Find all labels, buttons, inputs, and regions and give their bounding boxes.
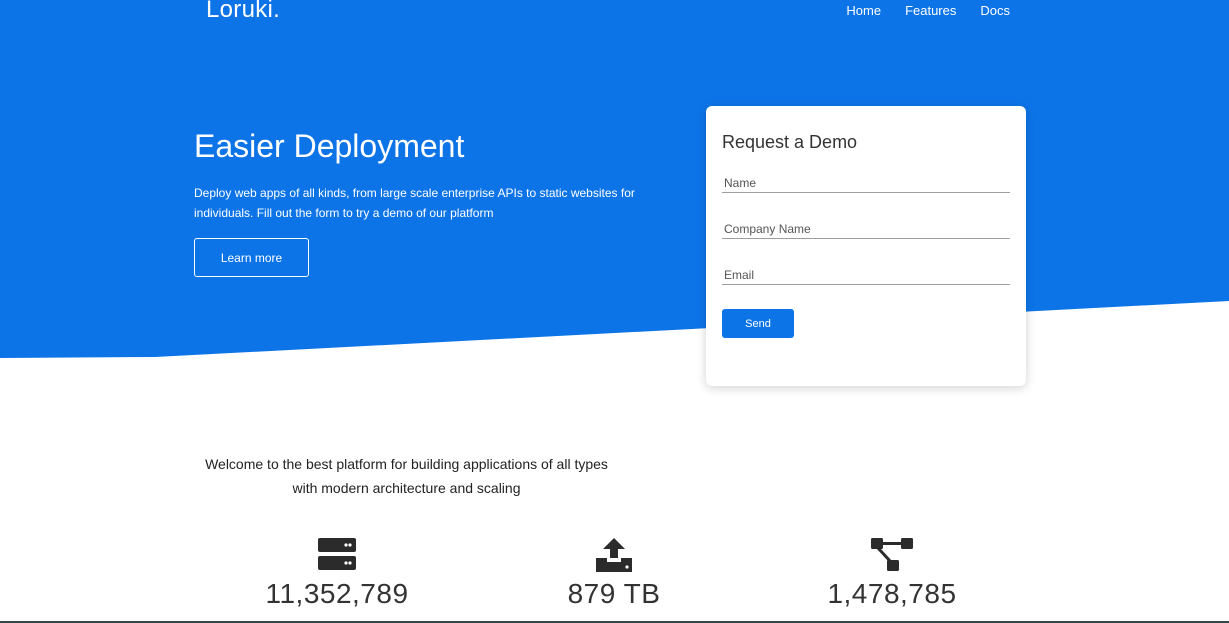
learn-more-button[interactable]: Learn more	[194, 238, 309, 277]
hero-background	[0, 0, 1229, 358]
welcome-text: Welcome to the best platform for buildin…	[205, 456, 608, 496]
hero-description: Deploy web apps of all kinds, from large…	[194, 186, 635, 220]
send-button[interactable]: Send	[722, 309, 794, 338]
stat-network-value: 1,478,785	[827, 578, 957, 609]
name-input[interactable]	[722, 169, 1010, 193]
email-input[interactable]	[722, 261, 1010, 285]
upload-icon	[596, 538, 632, 572]
brand-logo[interactable]: Loruki.	[206, 0, 280, 24]
company-name-input[interactable]	[722, 215, 1010, 239]
nav-home-link[interactable]: Home	[846, 3, 881, 18]
request-demo-title: Request a Demo	[722, 132, 858, 152]
network-icon	[871, 538, 913, 571]
server-icon	[318, 538, 356, 570]
request-demo-card: Request a Demo Send	[706, 106, 1026, 386]
hero-title: Easier Deployment	[194, 128, 465, 164]
stat-network: 1,478,785	[792, 536, 992, 610]
stat-servers-value: 11,352,789	[265, 578, 409, 609]
stat-upload-value: 879 TB	[567, 578, 661, 609]
nav-features-link[interactable]: Features	[905, 3, 956, 18]
main-nav: Home Features Docs	[846, 3, 1010, 18]
nav-docs-link[interactable]: Docs	[980, 3, 1010, 18]
stat-upload: 879 TB	[514, 536, 714, 610]
stat-servers: 11,352,789	[237, 536, 437, 610]
